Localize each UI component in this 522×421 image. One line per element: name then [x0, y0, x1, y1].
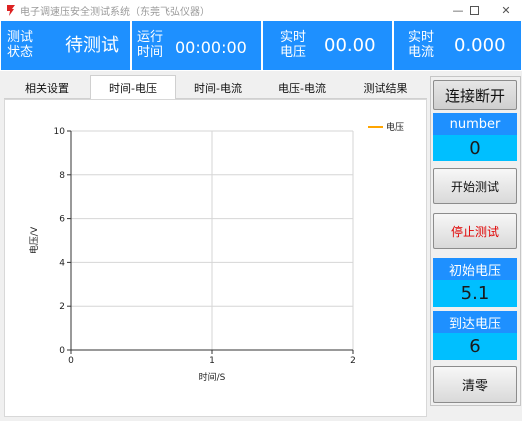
connect-toggle-button[interactable]: 连接断开: [433, 80, 517, 110]
test-state-label: 测试 状态: [7, 30, 34, 60]
time-voltage-chart: 0 1 2 0 2 4 6 8 10 时间/S 电压/V 电压: [28, 121, 404, 383]
target-voltage-label: 到达电压: [433, 311, 517, 333]
number-label: number: [433, 113, 517, 135]
tab-voltage-current-label: 电压-电流: [278, 81, 326, 95]
chart-panel: 0 1 2 0 2 4 6 8 10 时间/S 电压/V 电压: [4, 99, 427, 417]
y-tick-label: 4: [59, 258, 65, 268]
stop-test-label: 停止测试: [450, 224, 499, 239]
y-tick-label: 0: [59, 346, 65, 356]
start-test-button[interactable]: 开始测试: [433, 168, 517, 204]
voltage-label: 实时 电压: [280, 30, 307, 60]
tab-time-current[interactable]: 时间-电流: [176, 77, 260, 99]
x-axis-title: 时间/S: [199, 371, 226, 383]
y-tick-label: 10: [54, 127, 66, 137]
connect-toggle-label: 连接断开: [444, 86, 505, 105]
y-axis-title: 电压/V: [28, 226, 40, 254]
tab-settings[interactable]: 相关设置: [4, 77, 90, 99]
status-header: 测试 状态 待测试 运行 时间 00:00:00 实时 电压 00.00 实时 …: [0, 20, 522, 71]
run-time-label: 运行 时间: [137, 30, 164, 60]
close-icon: ✕: [501, 3, 511, 17]
initial-voltage-label: 初始电压: [433, 258, 517, 280]
current-value: 0.000: [454, 35, 506, 56]
run-time-value: 00:00:00: [175, 38, 247, 57]
current-panel: 实时 电流 0.000: [394, 21, 521, 70]
maximize-icon: [469, 5, 479, 15]
tab-time-current-label: 时间-电流: [194, 81, 242, 95]
clear-label: 清零: [461, 379, 488, 394]
tab-strip: 相关设置 时间-电压 时间-电流 电压-电流 测试结果: [4, 75, 427, 100]
app-logo-icon: [7, 5, 15, 16]
voltage-value: 00.00: [324, 35, 376, 56]
y-tick-label: 8: [59, 171, 65, 181]
x-tick-label: 1: [209, 356, 215, 366]
tab-settings-label: 相关设置: [25, 81, 69, 95]
tab-test-results[interactable]: 测试结果: [344, 77, 427, 99]
run-time-panel: 运行 时间 00:00:00: [132, 21, 261, 70]
x-tick-label: 0: [68, 356, 74, 366]
y-tick-label: 6: [59, 215, 65, 225]
tab-voltage-current[interactable]: 电压-电流: [260, 77, 344, 99]
current-label: 实时 电流: [408, 30, 435, 60]
tab-time-voltage-label: 时间-电压: [109, 82, 157, 95]
voltage-panel: 实时 电压 00.00: [263, 21, 392, 70]
clear-button[interactable]: 清零: [433, 366, 517, 403]
start-test-label: 开始测试: [450, 179, 499, 194]
window-title: 电子调速压安全测试系统（东莞飞弘仪器）: [20, 7, 210, 18]
test-state-panel: 测试 状态 待测试: [1, 21, 130, 70]
tab-time-voltage[interactable]: 时间-电压: [90, 75, 176, 100]
initial-voltage-value: 5.1: [433, 280, 517, 307]
close-button[interactable]: ✕: [488, 0, 522, 20]
y-tick-label: 2: [59, 302, 65, 312]
title-bar: 电子调速压安全测试系统（东莞飞弘仪器） — ✕: [0, 0, 522, 20]
maximize-button[interactable]: [456, 0, 492, 20]
x-tick-label: 2: [350, 356, 356, 366]
tab-test-results-label: 测试结果: [363, 81, 408, 95]
test-state-value: 待测试: [65, 35, 119, 56]
target-voltage-value: 6: [433, 333, 517, 360]
number-value: 0: [433, 135, 517, 161]
legend-label: 电压: [386, 121, 404, 133]
stop-test-button[interactable]: 停止测试: [433, 213, 517, 249]
